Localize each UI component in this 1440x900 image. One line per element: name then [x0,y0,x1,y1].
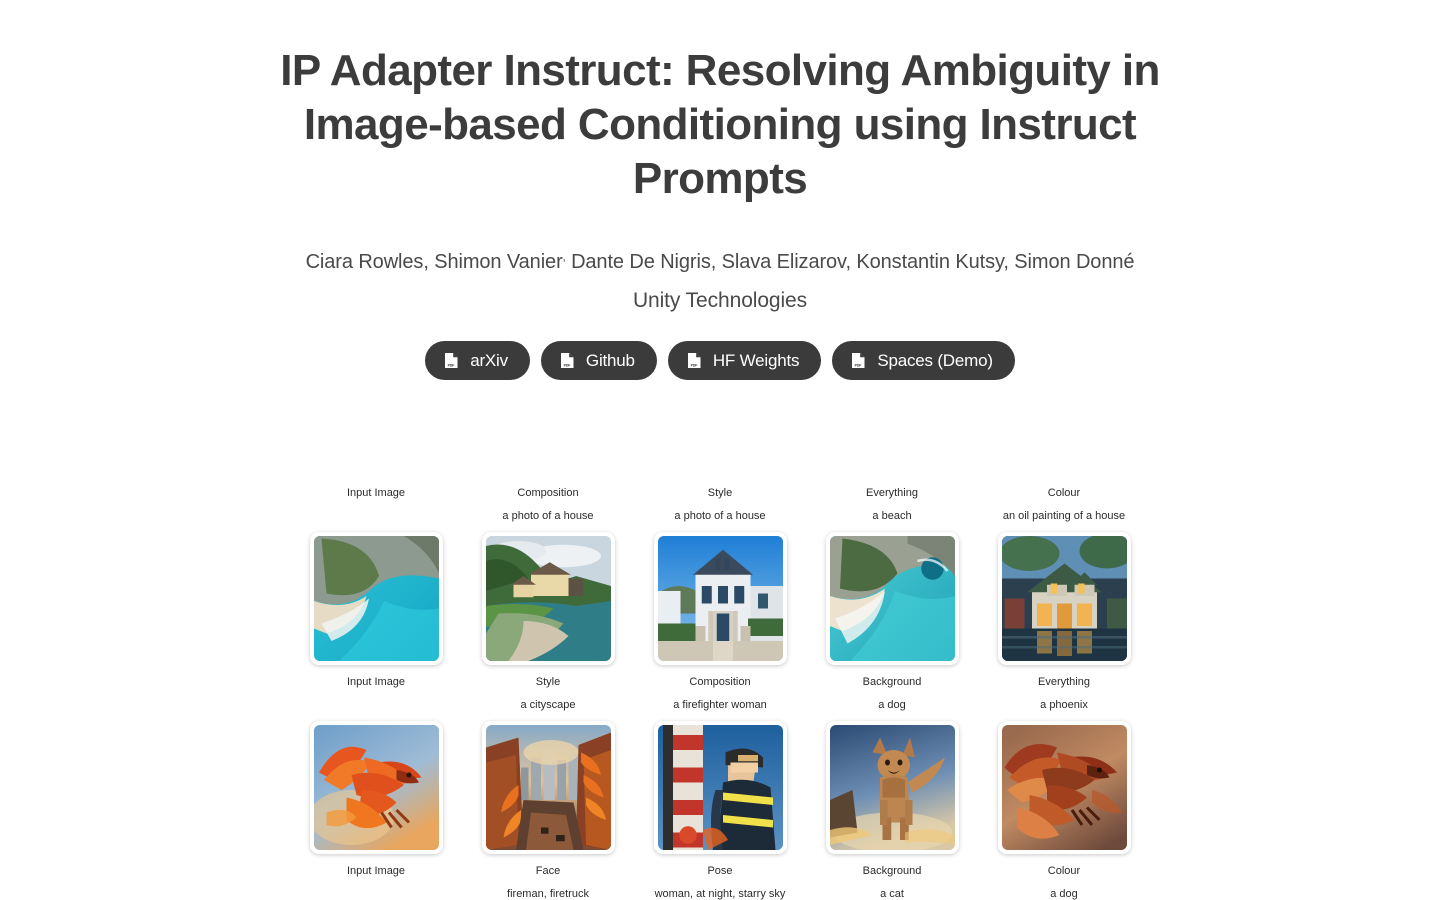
thumbnail-image [829,536,955,661]
results-row: Input Image [290,665,1150,854]
result-cell: Face fireman, firetruck [462,854,634,900]
thumbnail-image [657,536,783,661]
thumbnail-frame[interactable] [997,532,1131,665]
author-list: Ciara Rowles, Shimon Vanier, Dante De Ni… [0,248,1440,276]
cell-title: Background [862,865,922,877]
result-cell: Background a dog [806,665,978,854]
github-button-label: Github [585,350,635,370]
result-cell: Colour a dog [978,854,1150,900]
cell-title: Colour [1047,487,1081,499]
cell-prompt: a beach [872,510,912,522]
thumbnail-frame[interactable] [481,532,615,665]
results-row: Input Image [290,476,1150,665]
spaces-demo-button-label: Spaces (Demo) [877,350,993,370]
result-cell: Pose woman, at night, starry sky [634,854,806,900]
link-button-row: PDF arXiv PDF Github PDF HF Weights PDF … [0,341,1440,380]
cell-title: Input Image [346,487,406,499]
result-cell: Composition a firefighter woman [634,665,806,854]
hf-weights-button[interactable]: PDF HF Weights [667,341,822,380]
cell-prompt: an oil painting of a house [1002,510,1126,522]
github-button[interactable]: PDF Github [540,341,657,380]
svg-text:PDF: PDF [448,364,456,368]
thumbnail-frame[interactable] [825,721,959,854]
cell-title: Everything [1038,676,1090,688]
thumbnail-frame[interactable] [309,721,443,854]
cell-prompt: a firefighter woman [673,699,767,711]
arxiv-button-label: arXiv [470,350,508,370]
hf-weights-button-label: HF Weights [712,350,800,370]
thumbnail-frame[interactable] [481,721,615,854]
cell-title: Pose [707,865,733,877]
pdf-icon: PDF [560,352,575,369]
thumbnail-frame[interactable] [653,721,787,854]
results-row: Input Image [290,854,1150,900]
thumbnail-frame[interactable] [997,721,1131,854]
thumbnail-image [485,725,611,850]
cell-prompt: a dog [878,699,906,711]
cell-prompt: woman, at night, starry sky [654,888,786,900]
page-title: IP Adapter Instruct: Resolving Ambiguity… [280,46,1160,203]
svg-text:PDF: PDF [690,364,698,368]
cell-prompt: a photo of a house [502,510,594,522]
thumbnail-image [313,725,439,850]
cell-title: Style [707,487,733,499]
result-cell: Input Image [290,665,462,854]
cell-title: Background [862,676,922,688]
cell-title: Composition [689,676,751,688]
author-names: Ciara Rowles, Shimon Vanier [305,251,563,273]
result-cell: Colour an oil painting of a house [978,476,1150,665]
cell-prompt: fireman, firetruck [507,888,589,900]
results-grid: Input Image Composition a photo of a hou… [290,476,1150,900]
thumbnail-image [1001,725,1127,850]
cell-title: Composition [517,487,579,499]
thumbnail-frame[interactable] [825,532,959,665]
author-names-rest: Dante De Nigris, Slava Elizarov, Konstan… [565,251,1135,273]
results-grid-wrapper: Input Image Composition a photo of a hou… [0,476,1440,900]
result-cell: Everything a beach [806,476,978,665]
pdf-icon: PDF [687,352,702,369]
thumbnail-image [829,725,955,850]
cell-title: Face [535,865,561,877]
thumbnail-frame[interactable] [653,532,787,665]
svg-text:PDF: PDF [564,364,572,368]
result-cell: Background a cat [806,854,978,900]
page-header: IP Adapter Instruct: Resolving Ambiguity… [0,0,1440,380]
result-cell: Everything a phoenix [978,665,1150,854]
thumbnail-image [657,725,783,850]
thumbnail-image [1001,536,1127,661]
cell-prompt: a dog [1050,888,1078,900]
cell-title: Input Image [346,865,406,877]
cell-prompt: a photo of a house [674,510,766,522]
cell-title: Everything [866,487,918,499]
pdf-icon: PDF [851,352,866,369]
thumbnail-image [313,536,439,661]
thumbnail-frame[interactable] [309,532,443,665]
cell-title: Input Image [346,676,406,688]
cell-prompt: a phoenix [1040,699,1088,711]
pdf-icon: PDF [444,352,459,369]
result-cell: Style a photo of a house [634,476,806,665]
result-cell: Input Image [290,476,462,665]
arxiv-button[interactable]: PDF arXiv [425,341,530,380]
cell-prompt: a cityscape [520,699,576,711]
thumbnail-image [485,536,611,661]
result-cell: Input Image [290,854,462,900]
page-root: IP Adapter Instruct: Resolving Ambiguity… [0,0,1440,900]
cell-title: Colour [1047,865,1081,877]
cell-prompt: a cat [880,888,904,900]
spaces-demo-button[interactable]: PDF Spaces (Demo) [832,341,1015,380]
affiliation: Unity Technologies [632,289,808,312]
cell-title: Style [535,676,561,688]
svg-text:PDF: PDF [855,364,863,368]
result-cell: Style a cityscape [462,665,634,854]
result-cell: Composition a photo of a house [462,476,634,665]
